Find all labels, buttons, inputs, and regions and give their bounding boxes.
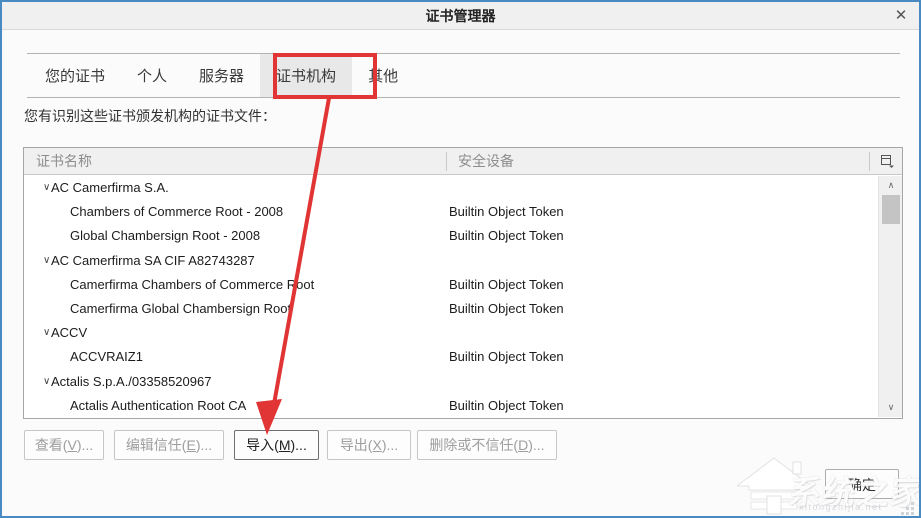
- tab-people[interactable]: 个人: [121, 54, 183, 97]
- table-row[interactable]: Camerfirma Chambers of Commerce Root Bui…: [24, 273, 877, 297]
- tab-authorities[interactable]: 证书机构: [260, 54, 352, 97]
- table-row[interactable]: ∨ Actalis S.p.A./03358520967: [24, 370, 877, 394]
- column-divider: [446, 152, 447, 171]
- titlebar: 证书管理器 ✕: [2, 2, 919, 30]
- chevron-down-icon[interactable]: ∨: [43, 321, 50, 345]
- close-icon[interactable]: ✕: [889, 5, 913, 27]
- column-divider: [869, 152, 870, 171]
- table-body: ∨ AC Camerfirma S.A. Chambers of Commerc…: [24, 176, 877, 418]
- tab-others[interactable]: 其他: [352, 54, 414, 97]
- table-row[interactable]: Global Chambersign Root - 2008 Builtin O…: [24, 224, 877, 248]
- certificate-manager-dialog: 证书管理器 ✕ 您的证书 个人 服务器 证书机构 其他 您有识别这些证书颁发机构…: [0, 0, 921, 518]
- table-row[interactable]: ∨ AC Camerfirma SA CIF A82743287: [24, 249, 877, 273]
- watermark-grip-dots: [901, 502, 917, 516]
- table-row[interactable]: Camerfirma Global Chambersign Root Built…: [24, 297, 877, 321]
- vertical-scrollbar[interactable]: ∧ ∨: [878, 176, 902, 417]
- table-row[interactable]: ACCVRAIZ1 Builtin Object Token: [24, 345, 877, 369]
- chevron-down-icon[interactable]: ∨: [43, 176, 50, 200]
- tab-servers[interactable]: 服务器: [183, 54, 260, 97]
- table-row[interactable]: Chambers of Commerce Root - 2008 Builtin…: [24, 200, 877, 224]
- scroll-up-icon[interactable]: ∧: [879, 178, 903, 193]
- tab-your-certificates[interactable]: 您的证书: [29, 54, 121, 97]
- watermark-house-icon: [737, 456, 812, 518]
- ok-button[interactable]: 确定: [825, 469, 899, 499]
- export-button[interactable]: 导出(X)...: [327, 430, 411, 460]
- delete-distrust-button[interactable]: 删除或不信任(D)...: [417, 430, 557, 460]
- table-header: 证书名称 安全设备: [24, 148, 902, 175]
- certificate-table: 证书名称 安全设备 ∨ AC Camerfirma S.A. Chambers …: [23, 147, 903, 419]
- chevron-down-icon[interactable]: ∨: [43, 370, 50, 394]
- edit-trust-button[interactable]: 编辑信任(E)...: [114, 430, 224, 460]
- tab-strip: 您的证书 个人 服务器 证书机构 其他: [27, 53, 900, 98]
- column-header-device[interactable]: 安全设备: [458, 148, 514, 175]
- column-picker-icon[interactable]: [877, 153, 897, 170]
- scroll-down-icon[interactable]: ∨: [879, 400, 903, 415]
- view-button[interactable]: 查看(V)...: [24, 430, 104, 460]
- import-button[interactable]: 导入(M)...: [234, 430, 319, 460]
- dialog-title: 证书管理器: [2, 2, 919, 30]
- description-text: 您有识别这些证书颁发机构的证书文件：: [24, 106, 276, 126]
- column-header-name[interactable]: 证书名称: [36, 148, 92, 175]
- scrollbar-thumb[interactable]: [882, 195, 900, 224]
- watermark-url: xitongzhijia.net: [799, 502, 883, 512]
- chevron-down-icon[interactable]: ∨: [43, 249, 50, 273]
- table-row[interactable]: Actalis Authentication Root CA Builtin O…: [24, 394, 877, 418]
- table-row[interactable]: ∨ AC Camerfirma S.A.: [24, 176, 877, 200]
- table-row[interactable]: ∨ ACCV: [24, 321, 877, 345]
